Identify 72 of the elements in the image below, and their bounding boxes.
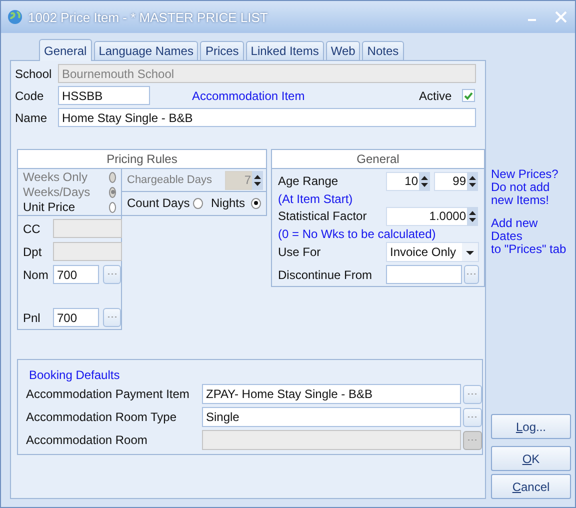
section-header: Pricing Rules <box>17 149 267 169</box>
browse-button[interactable] <box>463 408 482 426</box>
field-label: Accommodation Payment Item <box>26 387 190 401</box>
factor-field[interactable]: 1.0000 <box>386 206 467 226</box>
group-title: Booking Defaults <box>29 368 121 382</box>
ellipsis-icon <box>468 416 477 418</box>
name-field[interactable]: Home Stay Single - B&B <box>58 108 476 127</box>
field-label: Dpt <box>23 244 43 258</box>
tab[interactable]: Notes <box>362 41 404 60</box>
field-label: Statistical Factor <box>278 209 368 223</box>
browse-button[interactable] <box>463 430 482 450</box>
spinner-icon[interactable] <box>419 172 430 190</box>
field-label: Name <box>15 110 48 124</box>
section-header: General <box>272 150 484 169</box>
age-from-field[interactable]: 10 <box>386 172 419 190</box>
help-note: New Prices? Do not add new Items! <box>491 168 560 207</box>
ellipsis-icon <box>468 392 477 396</box>
ellipsis-icon <box>108 273 116 276</box>
code-field[interactable]: HSSBB <box>58 86 150 105</box>
booking-field[interactable]: ZPAY- Home Stay Single - B&B <box>202 384 461 404</box>
option-label: Weeks Only <box>23 170 88 184</box>
field-label: Discontinue From <box>278 268 374 282</box>
help-note: Add new Dates to "Prices" tab <box>491 217 568 256</box>
tab[interactable]: Linked Items <box>246 41 324 60</box>
tab[interactable]: General <box>39 39 92 61</box>
browse-button[interactable] <box>464 265 479 284</box>
browse-button[interactable] <box>103 308 121 327</box>
ellipsis-icon <box>108 316 116 319</box>
tab[interactable]: Prices <box>200 41 244 60</box>
spinner-icon[interactable] <box>252 170 263 190</box>
note-text: (0 = No Wks to be calculated) <box>278 226 436 240</box>
use-for-dropdown[interactable]: Invoice Only <box>386 242 479 262</box>
dialog-button[interactable]: OK <box>491 446 571 471</box>
dialog-button[interactable]: Log... <box>491 414 571 439</box>
globe-icon <box>7 9 23 25</box>
active-checkbox[interactable] <box>462 89 475 102</box>
field-label: Age Range <box>278 174 340 188</box>
item-type-label: Accommodation Item <box>192 88 305 102</box>
account-field[interactable]: 700 <box>53 265 99 284</box>
window-title: 1002 Price Item - * MASTER PRICE LIST <box>28 10 269 24</box>
date-field[interactable] <box>386 265 462 284</box>
field-label: Nom <box>23 268 50 282</box>
close-icon[interactable] <box>555 11 567 23</box>
age-to-field[interactable]: 99 <box>434 172 467 190</box>
radio-button[interactable] <box>109 202 116 212</box>
active-label: Active <box>419 88 453 102</box>
spinner-icon[interactable] <box>467 172 478 190</box>
field-label: Chargeable Days <box>127 174 213 186</box>
ellipsis-icon <box>468 438 477 442</box>
field-label: School <box>15 66 53 80</box>
tab[interactable]: Language Names <box>94 41 198 60</box>
field-label: Code <box>15 88 45 102</box>
dialog-button[interactable]: Cancel <box>491 474 571 499</box>
option-label: Nights <box>210 196 245 210</box>
field-label: CC <box>23 222 42 236</box>
browse-button[interactable] <box>463 384 482 404</box>
field-label: Accommodation Room Type <box>26 410 178 424</box>
spinner-icon[interactable] <box>467 206 478 226</box>
field-label: Accommodation Room <box>26 433 148 447</box>
option-label: Unit Price <box>23 200 76 214</box>
option-label: Weeks/Days <box>23 185 92 199</box>
radio-button[interactable] <box>193 198 203 208</box>
field-label: Use For <box>278 245 322 259</box>
account-field[interactable]: 700 <box>53 308 99 327</box>
note-text: (At Item Start) <box>278 192 353 206</box>
booking-field[interactable]: Single <box>202 407 461 427</box>
tab[interactable]: Web <box>326 41 360 60</box>
radio-button[interactable] <box>251 198 261 208</box>
field-label: Pnl <box>23 310 42 324</box>
browse-button[interactable] <box>103 265 121 284</box>
option-label: Count Days <box>127 196 187 210</box>
ellipsis-icon <box>467 273 476 276</box>
